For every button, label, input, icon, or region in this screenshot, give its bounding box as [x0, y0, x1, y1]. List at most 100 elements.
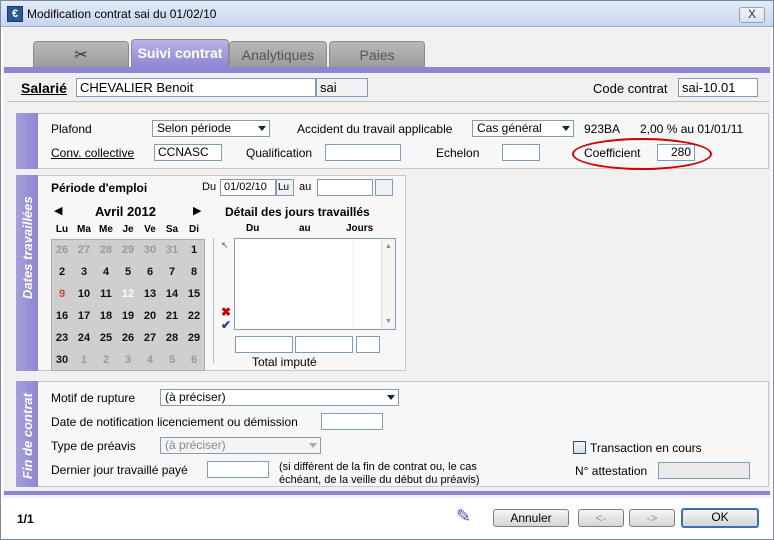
- calendar-day[interactable]: 30: [139, 239, 161, 261]
- weekday-lu: Lu: [55, 224, 69, 235]
- calendar-day[interactable]: 20: [139, 305, 161, 327]
- calendar-day[interactable]: 17: [73, 305, 95, 327]
- notification-date-field[interactable]: [321, 413, 383, 430]
- total-impute-label: Total imputé: [252, 355, 317, 369]
- delete-icon[interactable]: ✖: [221, 305, 231, 319]
- qualification-field[interactable]: [325, 144, 401, 161]
- calendar-day[interactable]: 27: [139, 327, 161, 349]
- salarie-name-field[interactable]: CHEVALIER Benoit: [76, 78, 316, 97]
- salarie-label[interactable]: Salarié: [21, 80, 67, 96]
- calendar-day[interactable]: 29: [117, 239, 139, 261]
- next-month-icon[interactable]: ▶: [193, 204, 201, 217]
- calendar-day[interactable]: 7: [161, 261, 183, 283]
- pen-icon[interactable]: ✎: [456, 506, 471, 527]
- dernier-jour-label: Dernier jour travaillé payé: [51, 463, 188, 477]
- calendar-day[interactable]: 26: [51, 239, 73, 261]
- fin-contrat-tab: Fin de contrat: [16, 381, 38, 487]
- calendar-day[interactable]: 11: [95, 283, 117, 305]
- motif-select[interactable]: (à préciser): [160, 389, 399, 406]
- calendar-day[interactable]: 10: [73, 283, 95, 305]
- calendar-day[interactable]: 3: [73, 261, 95, 283]
- detail-title: Détail des jours travaillés: [225, 205, 370, 219]
- tab-analytiques[interactable]: Analytiques: [229, 41, 327, 67]
- calendar-day[interactable]: 6: [139, 261, 161, 283]
- calendar-day[interactable]: 25: [95, 327, 117, 349]
- col-jours: Jours: [346, 223, 374, 234]
- calendar-day[interactable]: 4: [139, 349, 161, 371]
- accident-select[interactable]: Cas général: [472, 120, 574, 137]
- notification-label: Date de notification licenciement ou dém…: [51, 415, 298, 429]
- scroll-up-icon[interactable]: ▲: [385, 243, 392, 250]
- calendar-day[interactable]: 1: [183, 239, 205, 261]
- calendar-day[interactable]: 15: [183, 283, 205, 305]
- app-icon: €: [7, 6, 23, 22]
- weekday-sa: Sa: [165, 224, 179, 235]
- calendar-day[interactable]: 4: [95, 261, 117, 283]
- calendar-divider: [213, 238, 214, 363]
- scroll-down-icon[interactable]: ▼: [385, 318, 392, 325]
- calendar-day[interactable]: 28: [95, 239, 117, 261]
- calendar-day[interactable]: 30: [51, 349, 73, 371]
- calendar-day[interactable]: 27: [73, 239, 95, 261]
- transaction-checkbox[interactable]: [573, 441, 586, 454]
- calendar-day[interactable]: 21: [161, 305, 183, 327]
- col-au: au: [299, 223, 311, 234]
- total-jours-field: [356, 336, 380, 353]
- calendar-day[interactable]: 5: [117, 261, 139, 283]
- total-du-field: [235, 336, 293, 353]
- calendar-day[interactable]: 8: [183, 261, 205, 283]
- calendar-day[interactable]: 19: [117, 305, 139, 327]
- calendar-day[interactable]: 18: [95, 305, 117, 327]
- echelon-field[interactable]: [502, 144, 540, 161]
- tab-suivi-contrat[interactable]: Suivi contrat: [131, 39, 229, 67]
- calendar-day[interactable]: 6: [183, 349, 205, 371]
- page-indicator: 1/1: [17, 512, 34, 526]
- calendar-day[interactable]: 2: [51, 261, 73, 283]
- calendar-day[interactable]: 29: [183, 327, 205, 349]
- contract-info-tab: [16, 113, 38, 169]
- tab-tools[interactable]: ✂: [33, 41, 129, 67]
- calendar-day[interactable]: 13: [139, 283, 161, 305]
- accident-code: 923BA: [584, 122, 621, 136]
- calendar-day[interactable]: 24: [73, 327, 95, 349]
- next-button[interactable]: ->: [629, 509, 675, 527]
- calendar-day[interactable]: 28: [161, 327, 183, 349]
- list-col-sep: [353, 239, 354, 329]
- calendar-day[interactable]: 9: [51, 283, 73, 305]
- calendar-day[interactable]: 23: [51, 327, 73, 349]
- calendar-day[interactable]: 1: [73, 349, 95, 371]
- au-date-field[interactable]: [317, 179, 373, 196]
- calendar-day[interactable]: 31: [161, 239, 183, 261]
- attestation-field: [658, 462, 750, 479]
- close-button[interactable]: X: [739, 7, 765, 23]
- du-date-field[interactable]: 01/02/10: [220, 179, 276, 196]
- tab-paies[interactable]: Paies: [329, 41, 425, 67]
- conv-collective-field[interactable]: CCNASC: [154, 144, 222, 161]
- calendar-day[interactable]: 5: [161, 349, 183, 371]
- weekday-di: Di: [189, 224, 199, 235]
- qualification-label: Qualification: [246, 146, 313, 160]
- calendar-day[interactable]: 12: [117, 283, 139, 305]
- echelon-label: Echelon: [436, 146, 480, 160]
- calendar-day[interactable]: 14: [161, 283, 183, 305]
- accident-rate: 2,00 % au 01/01/11: [640, 122, 744, 136]
- validate-icon[interactable]: ✔: [221, 318, 231, 332]
- calendar-day[interactable]: 22: [183, 305, 205, 327]
- dernier-jour-field[interactable]: [207, 461, 269, 478]
- calendar-day[interactable]: 16: [51, 305, 73, 327]
- du-day-field: Lu: [276, 179, 294, 196]
- list-scrollbar[interactable]: ▲ ▼: [381, 239, 395, 329]
- jours-list[interactable]: ▲ ▼: [234, 238, 396, 330]
- conv-collective-link[interactable]: Conv. collective: [51, 146, 134, 160]
- annuler-button[interactable]: Annuler: [493, 509, 569, 527]
- prev-button[interactable]: <-: [578, 509, 624, 527]
- highlight-oval: [572, 138, 712, 170]
- plafond-select[interactable]: Selon période: [152, 120, 270, 137]
- calendar-day[interactable]: 26: [117, 327, 139, 349]
- code-contrat-field[interactable]: sai-10.01: [678, 78, 758, 97]
- calendar-day[interactable]: 2: [95, 349, 117, 371]
- calendar-day[interactable]: 3: [117, 349, 139, 371]
- ok-button[interactable]: OK: [681, 508, 759, 528]
- plafond-value: Selon période: [157, 121, 232, 135]
- prev-month-icon[interactable]: ◀: [54, 204, 62, 217]
